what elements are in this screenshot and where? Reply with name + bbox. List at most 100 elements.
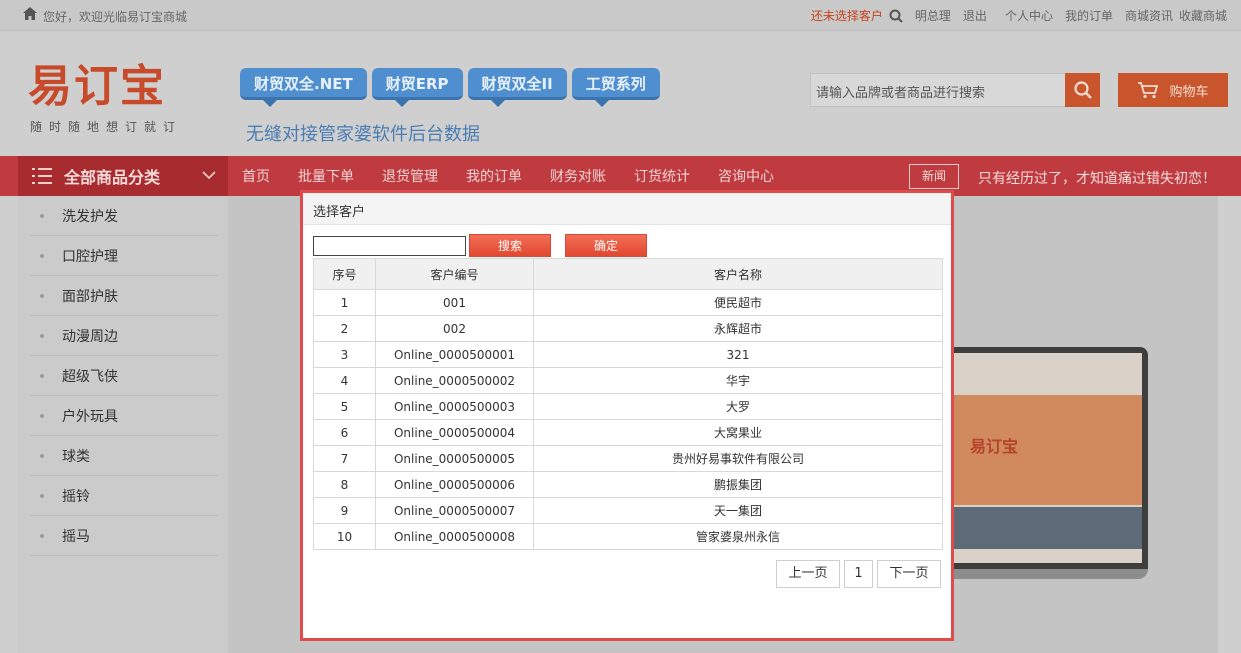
- nav-consult[interactable]: 咨询中心: [718, 166, 774, 186]
- news-ticker[interactable]: 只有经历过了，才知道痛过错失初恋！: [978, 168, 1216, 188]
- cell-customer-name: 永辉超市: [533, 315, 943, 342]
- category-sidebar: 洗发护发 口腔护理 面部护肤 动漫周边 超级飞侠 户外玩具 球类 摇铃 摇马: [18, 196, 228, 653]
- cell-customer-name: 贵州好易事软件有限公司: [533, 445, 943, 472]
- category-label: 全部商品分类: [64, 168, 161, 187]
- sidebar-item-label: 户外玩具: [62, 408, 118, 425]
- table-row[interactable]: 10 Online_0000500008 管家婆泉州永信: [313, 523, 943, 550]
- cell-customer-code: Online_0000500005: [375, 445, 534, 472]
- sidebar-item-hair-care[interactable]: 洗发护发: [30, 196, 218, 236]
- cell-customer-code: Online_0000500007: [375, 497, 534, 524]
- nav-my-orders[interactable]: 我的订单: [466, 166, 522, 186]
- dialog-title: 选择客户: [303, 193, 951, 225]
- cell-customer-name: 大窝果业: [533, 419, 943, 446]
- table-row[interactable]: 9 Online_0000500007 天一集团: [313, 497, 943, 524]
- cart-icon: [1138, 82, 1159, 99]
- sidebar-item-oral-care[interactable]: 口腔护理: [30, 236, 218, 276]
- laptop-logo: 易订宝: [970, 437, 1019, 456]
- cell-index: 8: [313, 471, 376, 498]
- user-center-link[interactable]: 个人中心: [1005, 7, 1053, 24]
- table-row[interactable]: 7 Online_0000500005 贵州好易事软件有限公司: [313, 445, 943, 472]
- sidebar-item-skin-care[interactable]: 面部护肤: [30, 276, 218, 316]
- tagline: 无缝对接管家婆软件后台数据: [246, 124, 480, 145]
- bullet: [40, 533, 44, 538]
- table-row[interactable]: 3 Online_0000500001 321: [313, 341, 943, 368]
- next-page-button[interactable]: 下一页: [877, 560, 941, 588]
- top-bar: 您好，欢迎光临易订宝商城 还未选择客户 明总理 退出 个人中心 我的订单 商城资…: [0, 0, 1241, 31]
- cell-index: 9: [313, 497, 376, 524]
- laptop-thumbnails: [954, 507, 1142, 549]
- current-page[interactable]: 1: [844, 560, 873, 588]
- search-input[interactable]: 请输入品牌或者商品进行搜索: [810, 73, 1066, 107]
- badge-ii[interactable]: 财贸双全II: [467, 68, 567, 107]
- cart-button[interactable]: 购物车: [1118, 73, 1228, 107]
- bullet: [40, 253, 44, 258]
- nav-bulk-order[interactable]: 批量下单: [298, 166, 354, 186]
- cell-index: 6: [313, 419, 376, 446]
- welcome-text: 您好，欢迎光临易订宝商城: [43, 10, 188, 24]
- category-menu-button[interactable]: 全部商品分类: [18, 156, 228, 196]
- sidebar-item-rocking-horse[interactable]: 摇马: [30, 516, 218, 556]
- mall-news-link[interactable]: 商城资讯: [1125, 7, 1173, 24]
- nav-home[interactable]: 首页: [242, 166, 270, 186]
- nav-returns[interactable]: 退货管理: [382, 166, 438, 186]
- my-orders-link[interactable]: 我的订单: [1065, 7, 1113, 24]
- sidebar-item-balls[interactable]: 球类: [30, 436, 218, 476]
- customer-table: 序号 客户编号 客户名称 1 001 便民超市 2 002 永辉超市 3 Online_000…: [313, 258, 943, 550]
- table-row[interactable]: 6 Online_0000500004 大窝果业: [313, 419, 943, 446]
- user-name-link[interactable]: 明总理: [915, 7, 951, 24]
- cell-index: 10: [313, 523, 376, 550]
- search-button[interactable]: 搜索: [469, 234, 551, 257]
- sidebar-item-label: 面部护肤: [62, 288, 118, 305]
- cell-customer-name: 管家婆泉州永信: [533, 523, 943, 550]
- sidebar-item-rattles[interactable]: 摇铃: [30, 476, 218, 516]
- product-badges: 财贸双全.NET 财贸ERP 财贸双全II 工贸系列: [240, 68, 665, 107]
- bullet: [40, 373, 44, 378]
- bullet: [40, 213, 44, 218]
- nav-order-stats[interactable]: 订货统计: [634, 166, 690, 186]
- sidebar-item-label: 洗发护发: [62, 208, 118, 225]
- table-row[interactable]: 2 002 永辉超市: [313, 315, 943, 342]
- logo-slogan: 随时随地想订就订: [30, 120, 183, 134]
- badge-erp[interactable]: 财贸ERP: [371, 68, 463, 107]
- cell-customer-code: Online_0000500008: [375, 523, 534, 550]
- column-header-name[interactable]: 客户名称: [533, 258, 943, 290]
- sidebar-item-outdoor-toys[interactable]: 户外玩具: [30, 396, 218, 436]
- column-header-index[interactable]: 序号: [313, 258, 376, 290]
- laptop-base: [940, 569, 1148, 579]
- cell-index: 4: [313, 367, 376, 394]
- table-row[interactable]: 4 Online_0000500002 华宇: [313, 367, 943, 394]
- home-icon[interactable]: [23, 7, 37, 20]
- table-row[interactable]: 8 Online_0000500006 鹏振集团: [313, 471, 943, 498]
- customer-status-link[interactable]: 还未选择客户: [811, 7, 883, 24]
- table-row[interactable]: 1 001 便民超市: [313, 289, 943, 316]
- confirm-button[interactable]: 确定: [565, 234, 647, 257]
- news-badge[interactable]: 新闻: [909, 164, 959, 189]
- customer-search-input[interactable]: [313, 235, 466, 256]
- menu-icon: [32, 168, 52, 184]
- cart-label: 购物车: [1169, 84, 1209, 100]
- prev-page-button[interactable]: 上一页: [776, 560, 840, 588]
- bullet: [40, 453, 44, 458]
- search-icon[interactable]: [889, 9, 903, 23]
- column-header-code[interactable]: 客户编号: [375, 258, 534, 290]
- search-button[interactable]: [1065, 73, 1100, 107]
- cell-customer-name: 鹏振集团: [533, 471, 943, 498]
- cell-index: 3: [313, 341, 376, 368]
- sidebar-item-label: 摇马: [62, 528, 90, 545]
- cell-customer-code: Online_0000500004: [375, 419, 534, 446]
- cell-index: 7: [313, 445, 376, 472]
- sidebar-item-label: 动漫周边: [62, 328, 118, 345]
- logout-link[interactable]: 退出: [963, 7, 987, 24]
- cell-customer-code: Online_0000500006: [375, 471, 534, 498]
- favorite-mall-link[interactable]: 收藏商城: [1179, 7, 1227, 24]
- badge-industry[interactable]: 工贸系列: [571, 68, 660, 107]
- sidebar-item-super-wings[interactable]: 超级飞侠: [30, 356, 218, 396]
- sidebar-item-anime[interactable]: 动漫周边: [30, 316, 218, 356]
- logo[interactable]: 易订宝: [28, 50, 166, 114]
- cell-customer-name: 大罗: [533, 393, 943, 420]
- laptop-illustration: 易订宝: [940, 347, 1148, 579]
- table-row[interactable]: 5 Online_0000500003 大罗: [313, 393, 943, 420]
- badge-net[interactable]: 财贸双全.NET: [240, 68, 367, 107]
- nav-finance[interactable]: 财务对账: [550, 166, 606, 186]
- dialog-toolbar: 搜索 确定: [313, 234, 647, 257]
